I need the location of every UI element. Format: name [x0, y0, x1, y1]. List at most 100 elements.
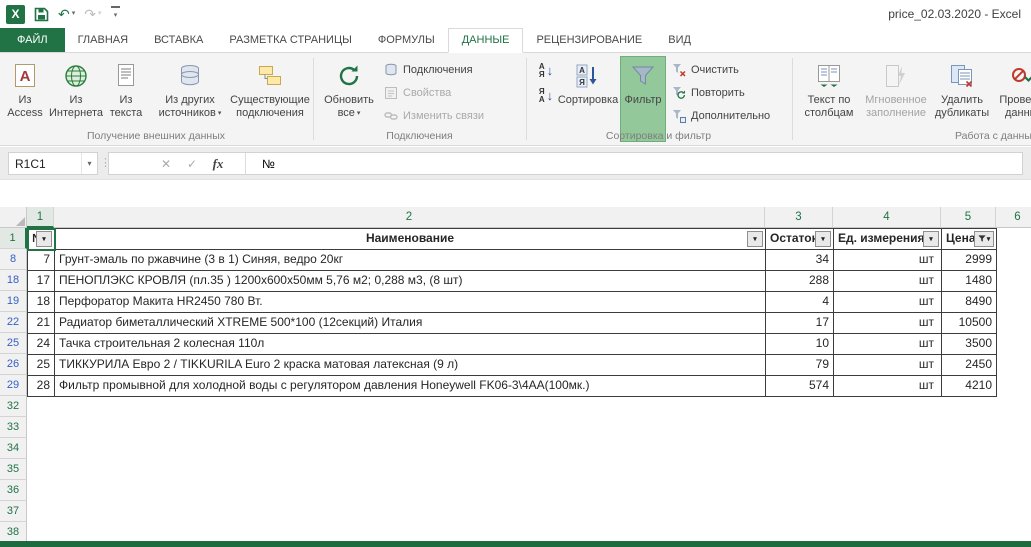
col-header-4[interactable]: 4 — [833, 207, 941, 228]
cell[interactable]: 17 — [766, 313, 834, 334]
col-header-5[interactable]: 5 — [941, 207, 996, 228]
cell[interactable]: 21 — [28, 313, 55, 334]
cell[interactable]: ПЕНОПЛЭКС КРОВЛЯ (пл.35 ) 1200x600x50мм … — [55, 271, 766, 292]
cell[interactable]: шт — [834, 334, 942, 355]
cell[interactable]: шт — [834, 271, 942, 292]
cell[interactable]: 10500 — [942, 313, 997, 334]
insert-function-button[interactable]: fx — [205, 156, 231, 172]
advanced-filter-button[interactable]: Дополнительно — [672, 107, 770, 125]
row-header-32[interactable]: 32 — [0, 396, 27, 417]
cell[interactable]: Тачка строительная 2 колесная 110л — [55, 334, 766, 355]
filter-dropdown-price-active[interactable]: ▾ — [974, 231, 994, 247]
row-header-36[interactable]: 36 — [0, 480, 27, 501]
row-header-34[interactable]: 34 — [0, 438, 27, 459]
connections-button[interactable]: Подключения — [384, 61, 473, 79]
clear-filter-button[interactable]: Очистить — [672, 61, 739, 79]
filter-dropdown-id[interactable]: ▾ — [36, 231, 52, 247]
cell[interactable]: Радиатор биметаллический XTREME 500*100 … — [55, 313, 766, 334]
row-header-37[interactable]: 37 — [0, 501, 27, 522]
cell[interactable]: 574 — [766, 376, 834, 397]
row-header-33[interactable]: 33 — [0, 417, 27, 438]
cell[interactable]: Перфоратор Макита HR2450 780 Вт. — [55, 292, 766, 313]
row-header-8[interactable]: 8 — [0, 249, 27, 270]
cell[interactable]: Цена▾ — [942, 229, 997, 250]
col-header-6[interactable]: 6 — [996, 207, 1031, 228]
cell[interactable]: Ед. измерения▾ — [834, 229, 942, 250]
cell[interactable]: 34 — [766, 250, 834, 271]
filter-dropdown-name[interactable]: ▾ — [747, 231, 763, 247]
cell[interactable]: Грунт-эмаль по ржавчине (3 в 1) Синяя, в… — [55, 250, 766, 271]
cell[interactable]: шт — [834, 376, 942, 397]
sort-descending-button[interactable]: ЯА ↓ — [533, 84, 559, 107]
cell[interactable]: шт — [834, 250, 942, 271]
cell[interactable]: 1480 — [942, 271, 997, 292]
reapply-filter-button[interactable]: Повторить — [672, 84, 745, 102]
col-header-1[interactable]: 1 — [27, 207, 54, 228]
text-to-columns-button[interactable]: Текст по столбцам — [798, 56, 860, 142]
cell[interactable]: шт — [834, 313, 942, 334]
cancel-button[interactable]: ✕ — [153, 157, 179, 171]
cell[interactable]: 7 — [28, 250, 55, 271]
label: Повторить — [691, 87, 745, 99]
cell[interactable]: 4 — [766, 292, 834, 313]
cell[interactable]: 2999 — [942, 250, 997, 271]
cell[interactable]: 10 — [766, 334, 834, 355]
tab-file[interactable]: ФАЙЛ — [0, 28, 65, 52]
tab-page-layout[interactable]: РАЗМЕТКА СТРАНИЦЫ — [216, 28, 364, 52]
tab-formulas[interactable]: ФОРМУЛЫ — [365, 28, 448, 52]
filter-dropdown-unit[interactable]: ▾ — [923, 231, 939, 247]
tab-home[interactable]: ГЛАВНАЯ — [65, 28, 141, 52]
cell[interactable]: шт — [834, 355, 942, 376]
cell[interactable]: Наименование▾ — [55, 229, 766, 250]
tab-data[interactable]: ДАННЫЕ — [448, 28, 524, 53]
row-header-29[interactable]: 29 — [0, 375, 27, 396]
cell[interactable]: Остаток▾ — [766, 229, 834, 250]
group-separator — [792, 58, 793, 140]
row-header-35[interactable]: 35 — [0, 459, 27, 480]
cell[interactable]: 28 — [28, 376, 55, 397]
cell[interactable]: 24 — [28, 334, 55, 355]
cell[interactable]: 18 — [28, 292, 55, 313]
cell[interactable]: 3500 — [942, 334, 997, 355]
qat-customize-button[interactable]: ▾ — [111, 6, 120, 23]
tab-insert[interactable]: ВСТАВКА — [141, 28, 216, 52]
select-all-corner[interactable] — [0, 207, 27, 228]
undo-button[interactable]: ↶▾ — [58, 7, 75, 21]
dropdown-arrow-icon: ▾ — [98, 7, 102, 21]
col-header-3[interactable]: 3 — [765, 207, 833, 228]
cell[interactable]: 288 — [766, 271, 834, 292]
redo-button[interactable]: ↷▾ — [84, 7, 101, 21]
name-box-dropdown[interactable]: ▾ — [81, 153, 97, 174]
cell[interactable]: №▾ — [28, 229, 55, 250]
edit-links-button[interactable]: Изменить связи — [384, 107, 484, 125]
cell[interactable]: шт — [834, 292, 942, 313]
cell[interactable]: 79 — [766, 355, 834, 376]
row-header-1[interactable]: 1 — [0, 228, 27, 249]
label: Свойства — [403, 87, 451, 99]
cell[interactable]: Фильтр промывной для холодной воды с рег… — [55, 376, 766, 397]
dropdown-arrow-icon: ▾ — [218, 107, 222, 120]
cell[interactable]: 4210 — [942, 376, 997, 397]
dropdown-arrow-icon: ▾ — [42, 236, 46, 243]
cell[interactable]: 2450 — [942, 355, 997, 376]
row-header-19[interactable]: 19 — [0, 291, 27, 312]
name-box[interactable]: R1C1 ▾ — [8, 152, 98, 175]
row-header-18[interactable]: 18 — [0, 270, 27, 291]
row-header-22[interactable]: 22 — [0, 312, 27, 333]
sort-ascending-button[interactable]: АЯ ↓ — [533, 59, 559, 82]
enter-button[interactable]: ✓ — [179, 157, 205, 171]
col-header-2[interactable]: 2 — [54, 207, 765, 228]
cell[interactable]: ТИККУРИЛА Евро 2 / TIKKURILA Euro 2 крас… — [55, 355, 766, 376]
row-header-38[interactable]: 38 — [0, 522, 27, 543]
save-button[interactable] — [34, 7, 49, 22]
tab-review[interactable]: РЕЦЕНЗИРОВАНИЕ — [523, 28, 655, 52]
cell[interactable]: 8490 — [942, 292, 997, 313]
cell[interactable]: 25 — [28, 355, 55, 376]
cell[interactable]: 17 — [28, 271, 55, 292]
tab-view[interactable]: ВИД — [655, 28, 704, 52]
row-header-26[interactable]: 26 — [0, 354, 27, 375]
formula-input[interactable]: № — [246, 157, 275, 171]
filter-dropdown-qty[interactable]: ▾ — [815, 231, 831, 247]
row-header-25[interactable]: 25 — [0, 333, 27, 354]
properties-button[interactable]: Свойства — [384, 84, 451, 102]
